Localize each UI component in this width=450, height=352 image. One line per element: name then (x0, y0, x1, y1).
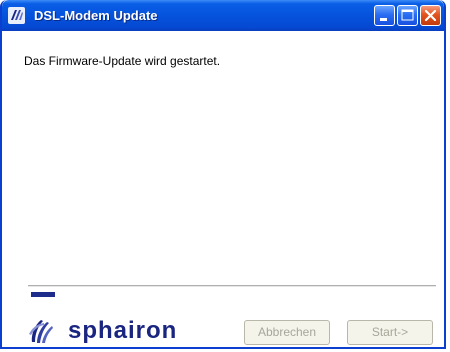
dsl-update-window: DSL-Modem Update Das Firmware-Update wir… (0, 0, 446, 349)
close-icon (424, 9, 437, 22)
progress-fill (31, 292, 55, 297)
status-message: Das Firmware-Update wird gestartet. (24, 54, 221, 68)
cancel-button[interactable]: Abbrechen (244, 320, 330, 345)
maximize-button[interactable] (397, 5, 418, 26)
start-button[interactable]: Start-> (347, 320, 433, 345)
maximize-icon (401, 9, 414, 21)
close-button[interactable] (420, 5, 441, 26)
sphairon-swirl-icon (29, 320, 53, 343)
progress-bar (28, 285, 436, 298)
sphairon-logo-icon (8, 7, 25, 24)
title-bar[interactable]: DSL-Modem Update (2, 0, 444, 31)
window-title: DSL-Modem Update (34, 8, 158, 23)
minimize-icon (380, 18, 387, 21)
minimize-button[interactable] (374, 5, 395, 26)
brand-name: sphairon (68, 317, 178, 344)
window-client-area: Das Firmware-Update wird gestartet. spha… (2, 31, 444, 347)
